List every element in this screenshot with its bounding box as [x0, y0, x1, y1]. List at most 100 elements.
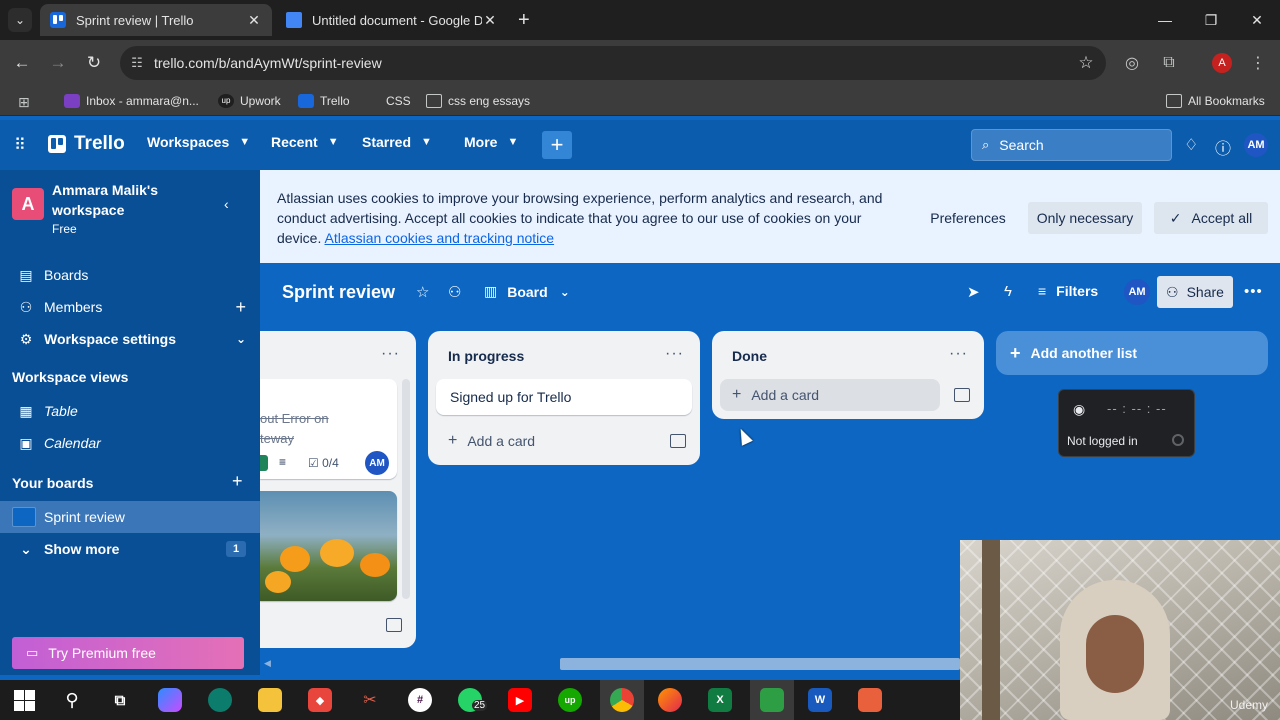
time-tracker-widget[interactable]: ◉ -- : -- : -- Not logged in — [1058, 389, 1195, 457]
card-member-avatar[interactable]: AM — [365, 451, 389, 475]
notifications-icon[interactable]: ♢ — [1184, 135, 1198, 155]
try-premium-button[interactable]: ▭ Try Premium free — [12, 637, 244, 669]
upwork-icon[interactable]: up — [558, 688, 582, 712]
word-icon[interactable]: W — [808, 688, 832, 712]
scrollbar-thumb[interactable] — [560, 658, 960, 670]
board-horizontal-scrollbar[interactable]: ◀ — [260, 656, 960, 670]
site-info-icon[interactable]: ☷ — [120, 55, 154, 71]
close-window-icon[interactable]: ✕ — [1234, 0, 1280, 40]
sidebar-item-boards[interactable]: ▤ Boards — [0, 259, 260, 291]
windows-start-icon[interactable] — [12, 688, 36, 712]
sidebar-item-table[interactable]: ▦ Table — [0, 395, 260, 427]
power-ups-icon[interactable]: ➤ — [967, 283, 980, 301]
list-title[interactable]: In progress — [448, 348, 524, 364]
file-explorer-icon[interactable] — [258, 688, 282, 712]
camtasia-recorder-icon[interactable] — [858, 688, 882, 712]
menu-workspaces[interactable]: Workspaces ▼ — [147, 134, 250, 150]
card-cover-image[interactable] — [260, 491, 397, 601]
bookmark-inbox[interactable]: Inbox - ammara@n... — [64, 92, 199, 110]
translate-icon[interactable]: ◎ — [1120, 51, 1144, 75]
filters-button[interactable]: ≡ Filters — [1038, 283, 1098, 299]
firefox-icon[interactable] — [658, 688, 682, 712]
whatsapp-icon[interactable]: 25 — [458, 688, 488, 712]
workspace-badge[interactable]: A — [12, 188, 44, 220]
visibility-icon[interactable]: ⚇ — [448, 283, 461, 301]
preferences-button[interactable]: Preferences — [922, 202, 1014, 234]
close-tab-icon[interactable]: ✕ — [246, 12, 262, 29]
accept-all-button[interactable]: ✓ Accept all — [1154, 202, 1268, 234]
slack-icon[interactable]: # — [408, 688, 432, 712]
only-necessary-button[interactable]: Only necessary — [1028, 202, 1142, 234]
restore-icon[interactable]: ❐ — [1188, 0, 1234, 40]
list-scrollbar[interactable] — [402, 379, 410, 599]
minimize-icon[interactable]: — — [1142, 0, 1188, 40]
all-bookmarks[interactable]: All Bookmarks — [1166, 92, 1265, 110]
search-icon[interactable]: ⚲ — [60, 688, 84, 712]
help-icon[interactable]: ⓘ — [1215, 135, 1231, 159]
sidebar-item-show-more[interactable]: ⌄ Show more 1 — [0, 533, 260, 565]
bookmark-css[interactable]: CSS — [386, 92, 411, 110]
menu-recent[interactable]: Recent ▼ — [271, 134, 339, 150]
tab-search-icon[interactable]: ⌄ — [8, 8, 32, 32]
workspace-name[interactable]: Ammara Malik's workspace — [52, 180, 212, 220]
card-signed-up[interactable]: Signed up for Trello — [436, 379, 692, 415]
chrome-icon[interactable] — [600, 680, 644, 720]
add-card-button[interactable]: + Add a card — [436, 425, 646, 457]
board-menu-icon[interactable]: ••• — [1244, 283, 1263, 300]
camtasia-icon[interactable] — [750, 680, 794, 720]
add-member-icon[interactable]: + — [235, 297, 246, 318]
collapse-sidebar-icon[interactable]: ‹ — [224, 196, 229, 212]
list-menu-icon[interactable]: ··· — [381, 345, 400, 363]
automation-icon[interactable]: ϟ — [1004, 283, 1012, 300]
user-avatar[interactable]: AM — [1244, 133, 1268, 157]
tab-sprint-review[interactable]: Sprint review | Trello ✕ — [40, 4, 272, 36]
chevron-down-icon[interactable]: ⌄ — [236, 332, 246, 346]
board-member-avatar[interactable]: AM — [1124, 279, 1150, 305]
close-tab-icon[interactable]: ✕ — [482, 12, 498, 29]
add-another-list-button[interactable]: + Add another list — [996, 331, 1268, 375]
anydesk-icon[interactable]: ◆ — [308, 688, 332, 712]
cookie-notice-link[interactable]: Atlassian cookies and tracking notice — [324, 230, 554, 246]
address-bar[interactable]: ☷ trello.com/b/andAymWt/sprint-review ☆ — [120, 46, 1106, 80]
star-icon[interactable]: ☆ — [416, 283, 429, 301]
list-menu-icon[interactable]: ··· — [949, 345, 968, 363]
excel-icon[interactable]: X — [708, 688, 732, 712]
reload-icon[interactable]: ↻ — [82, 51, 106, 75]
list-title[interactable]: Done — [732, 348, 767, 364]
create-from-template-icon[interactable] — [670, 434, 686, 448]
new-tab-icon[interactable]: + — [518, 8, 530, 32]
create-from-template-icon[interactable] — [386, 618, 402, 632]
search-input[interactable]: ⌕ Search — [971, 129, 1172, 161]
menu-starred[interactable]: Starred ▼ — [362, 134, 432, 150]
tab-google-doc[interactable]: Untitled document - Google Do ✕ — [276, 4, 508, 36]
create-from-template-icon[interactable] — [954, 388, 970, 402]
browser-menu-icon[interactable]: ⋮ — [1246, 51, 1270, 75]
list-menu-icon[interactable]: ··· — [665, 345, 684, 363]
youtube-icon[interactable]: ▶ — [508, 688, 532, 712]
sidebar-item-members[interactable]: ⚇ Members + — [0, 291, 260, 323]
add-card-button[interactable]: + Add a card — [720, 379, 940, 411]
share-button[interactable]: ⚇ Share — [1157, 276, 1233, 308]
menu-more[interactable]: More ▼ — [464, 134, 518, 150]
app-switcher-icon[interactable]: ⠿ — [14, 135, 26, 155]
snipping-tool-icon[interactable]: ✂ — [358, 688, 382, 712]
trello-logo[interactable]: Trello — [48, 133, 125, 155]
scroll-left-icon[interactable]: ◀ — [264, 658, 271, 669]
card-partial[interactable]: out Error on teway ≡ ☑ 0/4 AM — [260, 379, 397, 479]
board-view-switcher[interactable]: ▥ Board ⌄ — [484, 283, 570, 300]
forward-icon[interactable]: → — [46, 51, 70, 75]
task-view-icon[interactable]: ⧉ — [108, 688, 132, 712]
extensions-icon[interactable]: ⧉ — [1157, 51, 1181, 75]
sidebar-item-calendar[interactable]: ▣ Calendar — [0, 427, 260, 459]
bookmark-css-eng-essays[interactable]: css eng essays — [426, 92, 530, 110]
create-button[interactable]: + — [542, 131, 572, 159]
edge-icon[interactable] — [208, 688, 232, 712]
sidebar-item-sprint-review[interactable]: Sprint review — [0, 501, 260, 533]
bookmark-star-icon[interactable]: ☆ — [1066, 53, 1106, 73]
bookmark-upwork[interactable]: up Upwork — [218, 92, 281, 110]
add-board-icon[interactable]: + — [232, 471, 243, 492]
apps-grid-icon[interactable]: ⊞ — [18, 92, 40, 110]
browser-profile-avatar[interactable]: A — [1212, 53, 1232, 73]
bookmark-trello[interactable]: Trello — [298, 92, 350, 110]
board-title[interactable]: Sprint review — [282, 282, 395, 303]
